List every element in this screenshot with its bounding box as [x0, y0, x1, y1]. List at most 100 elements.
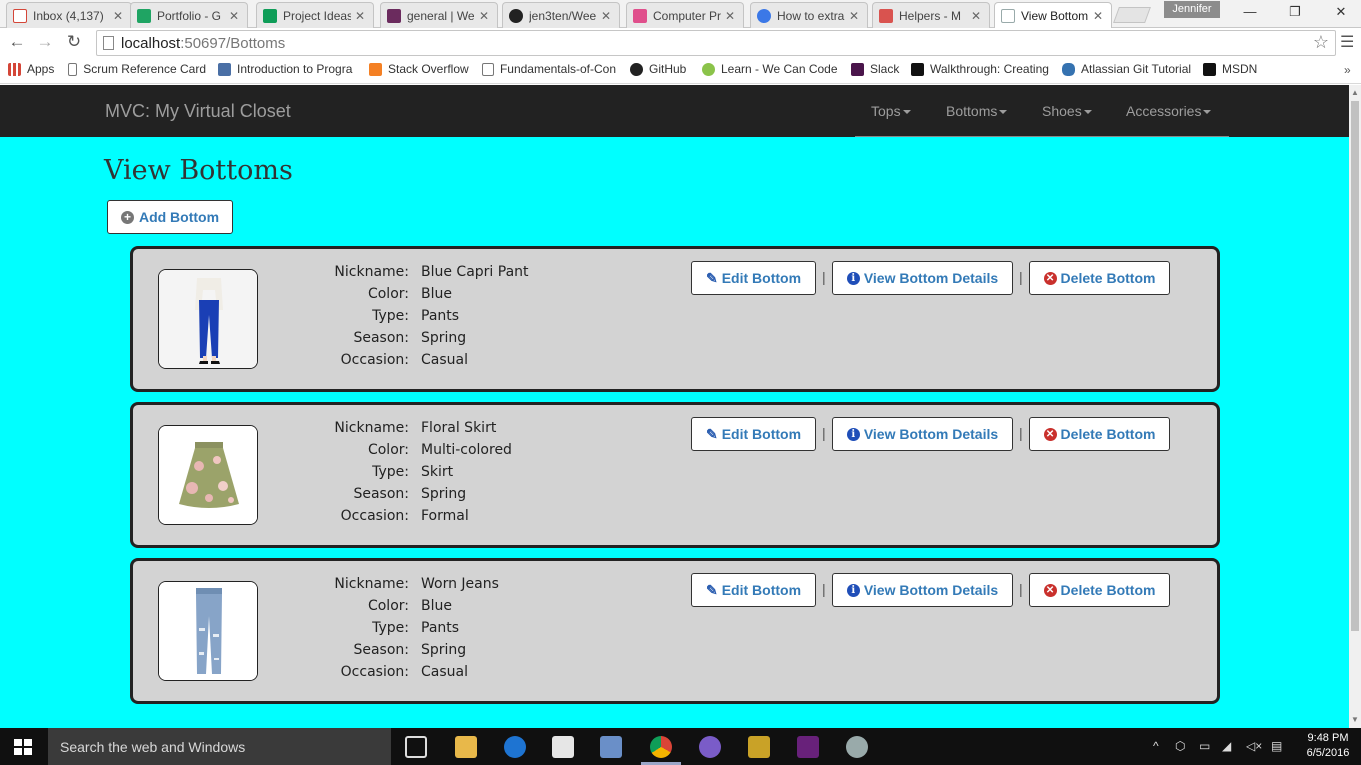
- occasion-label: Occasion:: [340, 508, 409, 524]
- new-tab-button[interactable]: [1113, 7, 1151, 23]
- battery-icon[interactable]: ▭: [1199, 739, 1210, 753]
- edit-bottom-button[interactable]: ✎ Edit Bottom: [691, 261, 816, 295]
- page-scrollbar[interactable]: ▲ ▼: [1349, 85, 1361, 728]
- taskbar-search-box[interactable]: Search the web and Windows: [48, 728, 391, 765]
- bottom-card: Nickname: Blue Capri Pant Color: Blue Type…: [130, 246, 1220, 392]
- github-desktop-icon[interactable]: [699, 736, 721, 758]
- browser-tab[interactable]: general | We ✕: [380, 2, 498, 28]
- close-tab-icon[interactable]: ✕: [601, 9, 613, 23]
- occasion-value: Formal: [421, 508, 469, 524]
- browser-tab[interactable]: Inbox (4,137) ✕: [6, 2, 132, 28]
- menu-label: Shoes: [1042, 103, 1082, 119]
- menu-bottoms[interactable]: Bottoms: [946, 103, 1008, 119]
- close-tab-icon[interactable]: ✕: [971, 9, 983, 23]
- browser-tab[interactable]: jen3ten/Wee ✕: [502, 2, 620, 28]
- browser-tab-strip: Inbox (4,137) ✕ Portfolio - G ✕ Project …: [0, 0, 1361, 29]
- edge-browser-icon[interactable]: [504, 736, 526, 758]
- reload-icon[interactable]: ↻: [63, 32, 85, 52]
- season-value: Spring: [421, 330, 467, 346]
- close-tab-icon[interactable]: ✕: [725, 9, 737, 23]
- close-tab-icon[interactable]: ✕: [113, 9, 125, 23]
- close-tab-icon[interactable]: ✕: [1093, 9, 1105, 23]
- edit-bottom-button[interactable]: ✎ Edit Bottom: [691, 417, 816, 451]
- browser-tab[interactable]: Helpers - M ✕: [872, 2, 990, 28]
- scroll-up-icon[interactable]: ▲: [1349, 87, 1361, 99]
- bookmark-github[interactable]: GitHub: [630, 62, 686, 76]
- profile-button[interactable]: Jennifer: [1164, 1, 1220, 18]
- bookmark-label: Scrum Reference Card: [83, 62, 206, 76]
- bookmark-label: Stack Overflow: [388, 62, 469, 76]
- nickname-label: Nickname:: [334, 264, 409, 280]
- file-explorer-icon[interactable]: [455, 736, 477, 758]
- scrollbar-thumb[interactable]: [1351, 101, 1359, 631]
- google-sheets-icon: [263, 8, 277, 23]
- delete-bottom-button[interactable]: ✕ Delete Bottom: [1029, 573, 1170, 607]
- chrome-menu-icon[interactable]: ☰: [1340, 32, 1354, 52]
- menu-label: Bottoms: [946, 103, 998, 119]
- delete-bottom-button[interactable]: ✕ Delete Bottom: [1029, 261, 1170, 295]
- bookmark-wecancode[interactable]: Learn - We Can Code: [702, 62, 838, 76]
- blue-capri-pants-image[interactable]: [158, 269, 258, 369]
- browser-tab[interactable]: Project Ideas ✕: [256, 2, 374, 28]
- season-row: Season: Spring: [333, 327, 529, 349]
- show-hidden-icons-icon[interactable]: ^: [1153, 739, 1159, 753]
- menu-accessories[interactable]: Accessories: [1126, 103, 1212, 119]
- browser-tab[interactable]: Portfolio - G ✕: [130, 2, 248, 28]
- restore-icon[interactable]: ❐: [1280, 4, 1310, 20]
- close-tab-icon[interactable]: ✕: [479, 9, 491, 23]
- pencil-icon: ✎: [705, 425, 718, 442]
- bookmark-atlassian[interactable]: Atlassian Git Tutorial: [1062, 62, 1191, 76]
- bookmark-walkthrough[interactable]: Walkthrough: Creating: [911, 62, 1051, 76]
- browser-tab-active[interactable]: View Bottom ✕: [994, 2, 1112, 29]
- visual-studio-icon[interactable]: [797, 736, 819, 758]
- url-host: localhost: [121, 35, 181, 52]
- notifications-icon[interactable]: ▤: [1271, 739, 1282, 753]
- menu-tops[interactable]: Tops: [871, 103, 911, 119]
- close-tab-icon[interactable]: ✕: [229, 9, 241, 23]
- back-arrow-icon[interactable]: ←: [6, 32, 28, 52]
- paint-icon[interactable]: [846, 736, 868, 758]
- site-brand[interactable]: MVC: My Virtual Closet: [105, 101, 291, 122]
- store-icon[interactable]: [552, 736, 574, 758]
- pants-illustration: [159, 270, 257, 368]
- minimize-icon[interactable]: —: [1235, 4, 1265, 19]
- chrome-icon[interactable]: [650, 736, 672, 758]
- view-bottom-details-button[interactable]: i View Bottom Details: [832, 417, 1013, 451]
- address-bar[interactable]: localhost:50697/Bottoms ☆: [96, 30, 1336, 56]
- scroll-down-icon[interactable]: ▼: [1349, 714, 1361, 726]
- volume-mute-icon[interactable]: ◁×: [1246, 739, 1262, 753]
- add-bottom-button[interactable]: + Add Bottom: [107, 200, 233, 234]
- browser-tab[interactable]: Computer Pr ✕: [626, 2, 744, 28]
- view-bottom-details-button[interactable]: i View Bottom Details: [832, 573, 1013, 607]
- menu-shoes[interactable]: Shoes: [1042, 103, 1092, 119]
- bookmarks-overflow-icon[interactable]: »: [1344, 63, 1351, 77]
- bookmark-msdn[interactable]: MSDN: [1203, 62, 1257, 76]
- bookmark-scrum[interactable]: Scrum Reference Card: [68, 62, 206, 76]
- bookmark-slack[interactable]: Slack: [851, 62, 899, 76]
- bookmark-fundamentals[interactable]: Fundamentals-of-Con: [482, 62, 616, 76]
- dropbox-icon[interactable]: ⬡: [1175, 739, 1185, 753]
- close-tab-icon[interactable]: ✕: [849, 9, 861, 23]
- delete-bottom-button[interactable]: ✕ Delete Bottom: [1029, 417, 1170, 451]
- network-app-icon[interactable]: [600, 736, 622, 758]
- site-menu: Tops Bottoms Shoes Accessories: [855, 85, 1229, 137]
- windows-start-icon[interactable]: [14, 739, 32, 755]
- close-window-icon[interactable]: ✕: [1326, 4, 1356, 20]
- edit-bottom-button[interactable]: ✎ Edit Bottom: [691, 573, 816, 607]
- bookmark-intro[interactable]: Introduction to Progra: [218, 62, 356, 76]
- taskbar-clock[interactable]: 9:48 PM 6/5/2016: [1300, 731, 1356, 761]
- bookmark-apps[interactable]: Apps: [8, 62, 54, 76]
- url-text[interactable]: localhost:50697/Bottoms: [121, 35, 285, 52]
- floral-skirt-image[interactable]: [158, 425, 258, 525]
- season-value: Spring: [421, 486, 467, 502]
- forward-arrow-icon[interactable]: →: [34, 32, 56, 52]
- view-bottom-details-button[interactable]: i View Bottom Details: [832, 261, 1013, 295]
- bookmark-stackoverflow[interactable]: Stack Overflow: [369, 62, 469, 76]
- close-tab-icon[interactable]: ✕: [355, 9, 367, 23]
- task-view-icon[interactable]: [405, 736, 427, 758]
- worn-jeans-image[interactable]: [158, 581, 258, 681]
- browser-tab[interactable]: How to extra ✕: [750, 2, 868, 28]
- bookmark-star-icon[interactable]: ☆: [1313, 32, 1329, 53]
- network-icon[interactable]: ◢: [1222, 739, 1231, 753]
- tools-icon[interactable]: [748, 736, 770, 758]
